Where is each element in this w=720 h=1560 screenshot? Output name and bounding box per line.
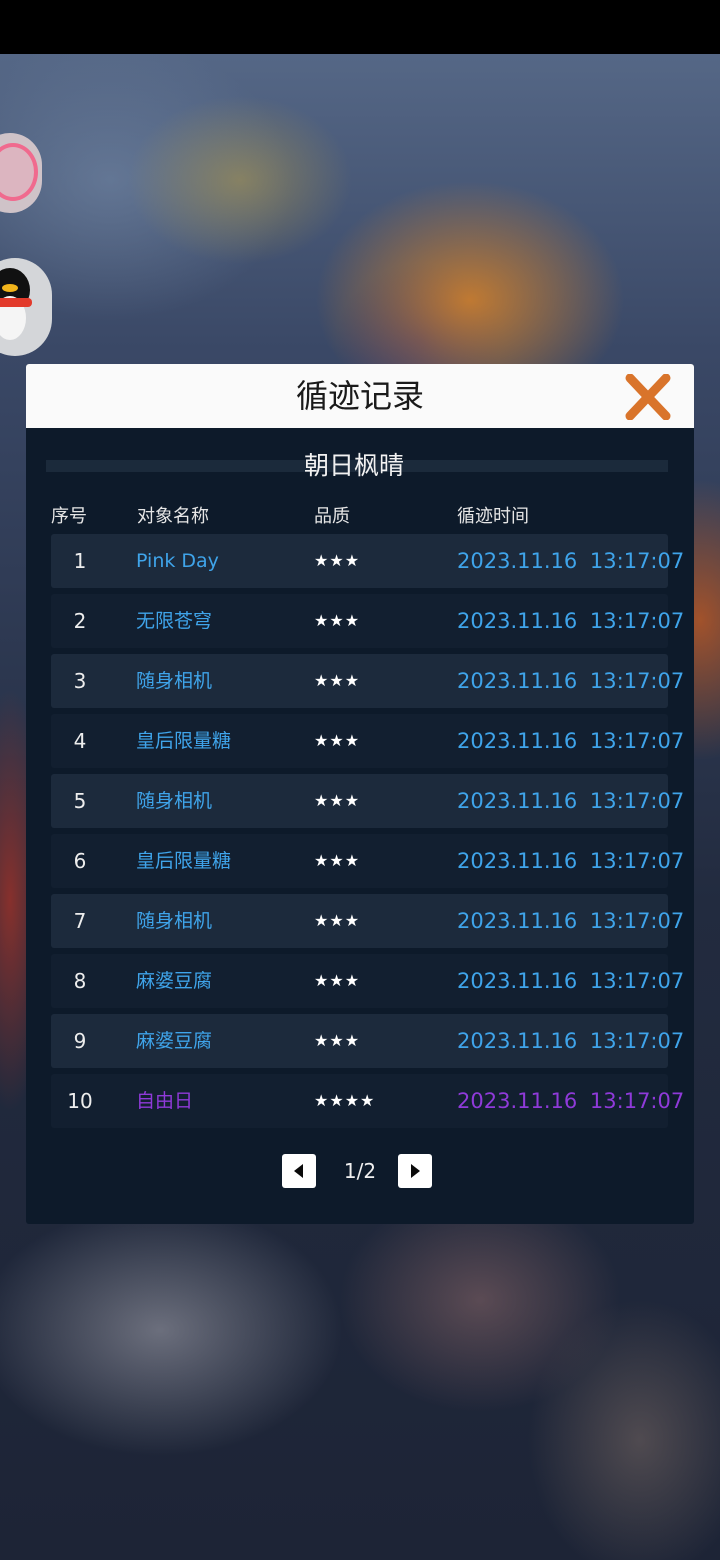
row-item-name: 随身相机: [136, 910, 213, 932]
triangle-left-icon: [294, 1164, 303, 1178]
row-quality-stars: ★★★: [314, 551, 361, 570]
row-index: 4: [73, 729, 87, 753]
row-index: 10: [67, 1089, 93, 1113]
row-quality-stars: ★★★★: [314, 1091, 376, 1110]
row-quality-stars: ★★★: [314, 971, 361, 990]
row-time: 2023.11.16 13:17:07: [457, 609, 685, 633]
row-quality-stars: ★★★: [314, 611, 361, 630]
penguin-beak: [2, 284, 18, 292]
close-button[interactable]: [624, 374, 672, 420]
row-quality-stars: ★★★: [314, 1031, 361, 1050]
column-header-index: 序号: [51, 506, 87, 527]
row-item-name: 皇后限量糖: [136, 730, 232, 752]
table-row: 10 自由日 ★★★★ 2023.11.16 13:17:07: [51, 1074, 684, 1128]
table-row: 4 皇后限量糖 ★★★ 2023.11.16 13:17:07: [51, 714, 684, 768]
row-time: 2023.11.16 13:17:07: [457, 729, 685, 753]
table-row: 1 Pink Day ★★★ 2023.11.16 13:17:07: [51, 534, 684, 588]
row-quality-stars: ★★★: [314, 911, 361, 930]
qq-penguin-icon[interactable]: [0, 258, 52, 356]
row-index: 7: [73, 909, 87, 933]
table-row: 8 麻婆豆腐 ★★★ 2023.11.16 13:17:07: [51, 954, 684, 1008]
triangle-right-icon: [411, 1164, 420, 1178]
row-item-name: 麻婆豆腐: [136, 970, 213, 992]
row-time: 2023.11.16 13:17:07: [457, 849, 685, 873]
row-index: 5: [73, 789, 87, 813]
status-bar: [0, 0, 720, 54]
column-header-quality: 品质: [314, 506, 350, 527]
row-item-name: Pink Day: [136, 550, 219, 572]
row-item-name: 皇后限量糖: [136, 850, 232, 872]
row-index: 2: [73, 609, 87, 633]
row-time: 2023.11.16 13:17:07: [457, 669, 685, 693]
row-index: 8: [73, 969, 87, 993]
page-indicator: 1/2: [343, 1159, 377, 1183]
row-item-name: 麻婆豆腐: [136, 1030, 213, 1052]
prev-page-button[interactable]: [282, 1154, 316, 1188]
table-row: 9 麻婆豆腐 ★★★ 2023.11.16 13:17:07: [51, 1014, 684, 1068]
row-time: 2023.11.16 13:17:07: [457, 1089, 685, 1113]
row-time: 2023.11.16 13:17:07: [457, 789, 685, 813]
row-quality-stars: ★★★: [314, 671, 361, 690]
table-row: 2 无限苍穹 ★★★ 2023.11.16 13:17:07: [51, 594, 684, 648]
row-quality-stars: ★★★: [314, 731, 361, 750]
dialog-title: 循迹记录: [295, 377, 424, 415]
row-index: 6: [73, 849, 87, 873]
row-quality-stars: ★★★: [314, 791, 361, 810]
close-x-icon: [625, 374, 671, 420]
row-item-name: 无限苍穹: [136, 610, 213, 632]
table-row: 3 随身相机 ★★★ 2023.11.16 13:17:07: [51, 654, 684, 708]
row-item-name: 自由日: [136, 1090, 194, 1112]
row-time: 2023.11.16 13:17:07: [457, 969, 685, 993]
table-row: 6 皇后限量糖 ★★★ 2023.11.16 13:17:07: [51, 834, 684, 888]
pig-face-icon: [0, 143, 38, 201]
row-item-name: 随身相机: [136, 670, 213, 692]
penguin-scarf: [0, 298, 32, 307]
next-page-button[interactable]: [398, 1154, 432, 1188]
row-time: 2023.11.16 13:17:07: [457, 549, 685, 573]
row-time: 2023.11.16 13:17:07: [457, 909, 685, 933]
column-header-name: 对象名称: [137, 506, 209, 527]
row-time: 2023.11.16 13:17:07: [457, 1029, 685, 1053]
row-item-name: 随身相机: [136, 790, 213, 812]
column-header-time: 循迹时间: [457, 506, 529, 527]
row-quality-stars: ★★★: [314, 851, 361, 870]
trace-record-dialog: 循迹记录 朝日枫晴 序号 对象名称 品质 循迹时间 1 Pink Day ★★★…: [26, 364, 694, 1224]
row-index: 1: [73, 549, 87, 573]
table-row: 5 随身相机 ★★★ 2023.11.16 13:17:07: [51, 774, 684, 828]
section-title: 朝日枫晴: [303, 451, 404, 480]
row-index: 9: [73, 1029, 87, 1053]
dialog-header: 循迹记录: [26, 364, 694, 428]
row-index: 3: [73, 669, 87, 693]
table-row: 7 随身相机 ★★★ 2023.11.16 13:17:07: [51, 894, 684, 948]
